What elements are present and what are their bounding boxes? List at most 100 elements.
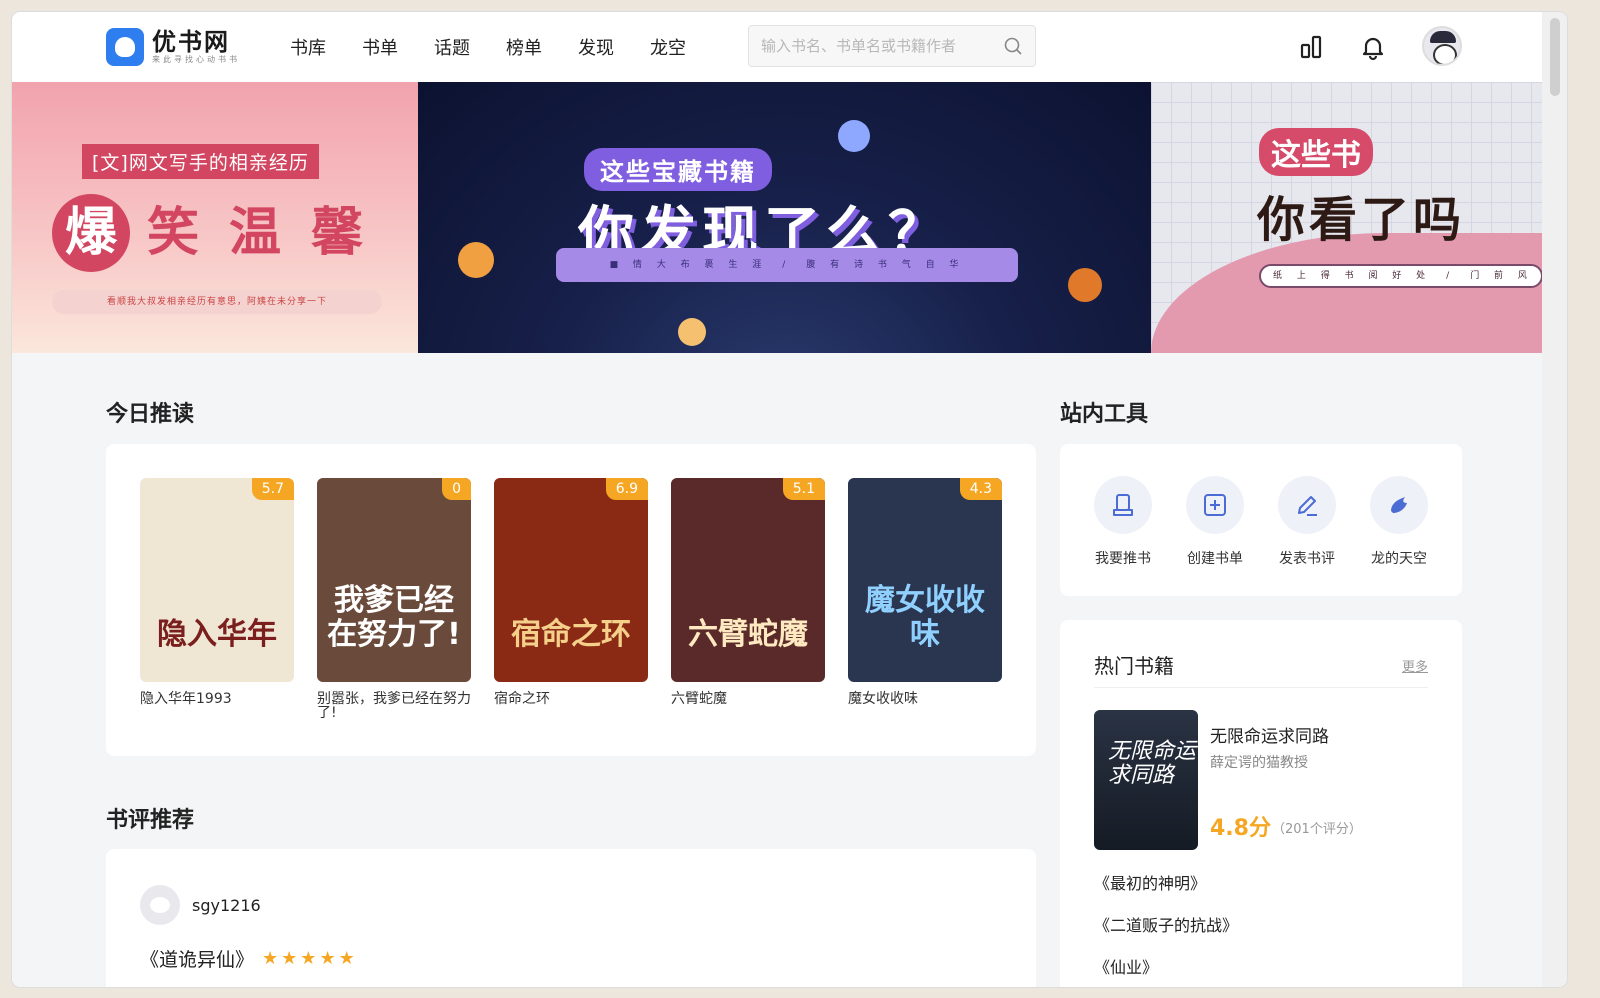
- banner-2-tag: 这些宝藏书籍: [584, 148, 772, 191]
- bell-icon: [1362, 37, 1384, 61]
- banner-3-caption: 纸 上 得 书 阅 好 处 / 门 前 风 景 雨: [1259, 264, 1542, 288]
- reviewer[interactable]: sgy1216: [140, 885, 261, 925]
- banner-3[interactable]: 这些书 你看了吗 纸 上 得 书 阅 好 处 / 门 前 风 景 雨: [1151, 82, 1542, 353]
- nav-item-lkong[interactable]: 龙空: [650, 34, 686, 60]
- tool-write-review[interactable]: 发表书评: [1276, 476, 1338, 568]
- reviewer-name[interactable]: sgy1216: [192, 896, 261, 915]
- review-card: sgy1216 《道诡异仙》 ★ ★ ★ ★ ★: [106, 849, 1036, 987]
- hot-books-list: 《最初的神明》 《二道贩子的抗战》 《仙业》: [1094, 870, 1238, 987]
- tool-create-booklist[interactable]: 创建书单: [1184, 476, 1246, 568]
- search-icon[interactable]: [1003, 36, 1023, 56]
- star-icon: ★: [281, 948, 298, 969]
- book-title[interactable]: 别嚣张，我爹已经在努力了!: [317, 692, 471, 720]
- hot-books-header: 热门书籍 更多: [1094, 650, 1428, 688]
- hot-book-item[interactable]: 《二道贩子的抗战》: [1094, 912, 1238, 936]
- book-title[interactable]: 宿命之环: [494, 692, 648, 706]
- main-nav: 书库 书单 话题 榜单 发现 龙空: [290, 12, 686, 82]
- nav-item-booklists[interactable]: 书单: [362, 34, 398, 60]
- top-navbar: 优书网 来此寻找心动书书 书库 书单 话题 榜单 发现 龙空: [12, 12, 1542, 82]
- search-box: [748, 25, 1036, 67]
- hot-book-author[interactable]: 薛定谔的猫教授: [1210, 752, 1308, 772]
- book-card[interactable]: 隐入华年 5.7 隐入华年1993: [140, 478, 294, 720]
- book-title[interactable]: 六臂蛇魔: [671, 692, 825, 706]
- nav-item-discover[interactable]: 发现: [578, 34, 614, 60]
- book-card[interactable]: 六臂蛇魔 5.1 六臂蛇魔: [671, 478, 825, 720]
- today-books-list: 隐入华年 5.7 隐入华年1993 我爹已经在努力了! 0 别嚣张，我爹已经在努…: [140, 478, 1002, 720]
- book-stand-icon: [1113, 494, 1133, 516]
- book-score-badge: 5.1: [782, 478, 825, 500]
- star-icon: ★: [319, 948, 336, 969]
- book-score-badge: 4.3: [959, 478, 1002, 500]
- book-card[interactable]: 我爹已经在努力了! 0 别嚣张，我爹已经在努力了!: [317, 478, 471, 720]
- tool-lkong[interactable]: 龙的天空: [1368, 476, 1430, 568]
- book-card[interactable]: 宿命之环 6.9 宿命之环: [494, 478, 648, 720]
- bar-chart-icon: [1300, 35, 1322, 59]
- banner-1-caption: 看顺我大叔发相亲经历有意思，阿姨在未分享一下: [52, 290, 382, 314]
- tools-section-title: 站内工具: [1060, 402, 1149, 427]
- book-cover[interactable]: 宿命之环 6.9: [494, 478, 648, 682]
- planet-decoration: [1068, 268, 1102, 302]
- reviewer-avatar[interactable]: [140, 885, 180, 925]
- book-card[interactable]: 魔女收收味 4.3 魔女收收味: [848, 478, 1002, 720]
- nav-item-topics[interactable]: 话题: [434, 34, 470, 60]
- site-logo[interactable]: 优书网 来此寻找心动书书: [106, 26, 240, 68]
- book-cover[interactable]: 隐入华年 5.7: [140, 478, 294, 682]
- planet-decoration: [458, 242, 494, 278]
- hot-book-score: 4.8分: [1210, 816, 1271, 841]
- banner-carousel: [文]网文写手的相亲经历 爆 笑 温 馨 看顺我大叔发相亲经历有意思，阿姨在未分…: [12, 82, 1542, 353]
- reviewed-book: 《道诡异仙》 ★ ★ ★ ★ ★: [140, 945, 355, 972]
- hot-book-rating-count: （201个评分）: [1272, 822, 1362, 837]
- book-score-badge: 6.9: [605, 478, 648, 500]
- book-score-badge: 5.7: [251, 478, 294, 500]
- page-scrollbar[interactable]: [1542, 12, 1567, 987]
- pen-icon: [1298, 496, 1317, 516]
- plus-square-icon: [1204, 494, 1226, 516]
- planet-decoration: [838, 120, 870, 152]
- tools-card: 我要推书 创建书单 发表书评 龙的天空: [1060, 444, 1462, 596]
- rating-stars: ★ ★ ★ ★ ★: [262, 948, 355, 969]
- book-score-badge: 0: [442, 478, 471, 500]
- banner-3-tag: 这些书: [1259, 128, 1373, 176]
- scroll-thumb[interactable]: [1550, 18, 1560, 96]
- reviews-section-title: 书评推荐: [106, 808, 195, 833]
- hot-books-more-link[interactable]: 更多: [1402, 656, 1428, 687]
- logo-title: 优书网: [152, 28, 230, 56]
- star-icon: ★: [262, 948, 279, 969]
- book-title[interactable]: 魔女收收味: [848, 692, 1002, 706]
- tools-list: 我要推书 创建书单 发表书评 龙的天空: [1092, 476, 1430, 568]
- reviewed-book-title[interactable]: 《道诡异仙》: [140, 945, 254, 972]
- tool-recommend-book[interactable]: 我要推书: [1092, 476, 1154, 568]
- book-title[interactable]: 隐入华年1993: [140, 692, 294, 706]
- hot-book-title[interactable]: 无限命运求同路: [1210, 722, 1329, 747]
- hot-books-card: 热门书籍 更多 无限命运求同路 无限命运求同路 薛定谔的猫教授 4.8分 （20…: [1060, 620, 1462, 987]
- banner-1-tag: [文]网文写手的相亲经历: [82, 144, 319, 179]
- star-icon: ★: [300, 948, 317, 969]
- banner-1[interactable]: [文]网文写手的相亲经历 爆 笑 温 馨 看顺我大叔发相亲经历有意思，阿姨在未分…: [12, 82, 418, 353]
- hot-book-item[interactable]: 《仙业》: [1094, 954, 1238, 978]
- browser-window: 优书网 来此寻找心动书书 书库 书单 话题 榜单 发现 龙空 输入书名、书单名或…: [12, 12, 1567, 987]
- nav-item-library[interactable]: 书库: [290, 34, 326, 60]
- banner-3-title: 你看了吗: [1257, 192, 1466, 248]
- banner-2[interactable]: 这些宝藏书籍 你发现了么？ ■ 情 大 布 裹 生 涯 / 腹 有 诗 书 气 …: [418, 82, 1151, 353]
- planet-decoration: [678, 318, 706, 346]
- banner-3-wave: [1151, 233, 1542, 353]
- book-cover[interactable]: 六臂蛇魔 5.1: [671, 478, 825, 682]
- book-cover[interactable]: 我爹已经在努力了! 0: [317, 478, 471, 682]
- user-avatar[interactable]: [1422, 26, 1462, 66]
- nav-item-rankings[interactable]: 榜单: [506, 34, 542, 60]
- ranking-button[interactable]: [1297, 32, 1327, 62]
- star-icon: ★: [338, 948, 355, 969]
- notification-button[interactable]: [1358, 32, 1388, 62]
- banner-2-caption: ■ 情 大 布 裹 生 涯 / 腹 有 诗 书 气 自 华: [556, 248, 1018, 282]
- logo-mark-icon: [106, 28, 144, 66]
- hot-book-cover[interactable]: 无限命运求同路: [1094, 710, 1198, 850]
- hot-books-title: 热门书籍: [1094, 654, 1174, 678]
- banner-1-title: 爆 笑 温 馨: [52, 194, 376, 272]
- book-cover[interactable]: 魔女收收味 4.3: [848, 478, 1002, 682]
- logo-subtitle: 来此寻找心动书书: [152, 55, 240, 64]
- dragon-icon: [1391, 497, 1407, 513]
- today-books-card: 隐入华年 5.7 隐入华年1993 我爹已经在努力了! 0 别嚣张，我爹已经在努…: [106, 444, 1036, 756]
- hot-book-item[interactable]: 《最初的神明》: [1094, 870, 1238, 894]
- search-input[interactable]: [761, 37, 1003, 55]
- today-section-title: 今日推读: [106, 402, 195, 427]
